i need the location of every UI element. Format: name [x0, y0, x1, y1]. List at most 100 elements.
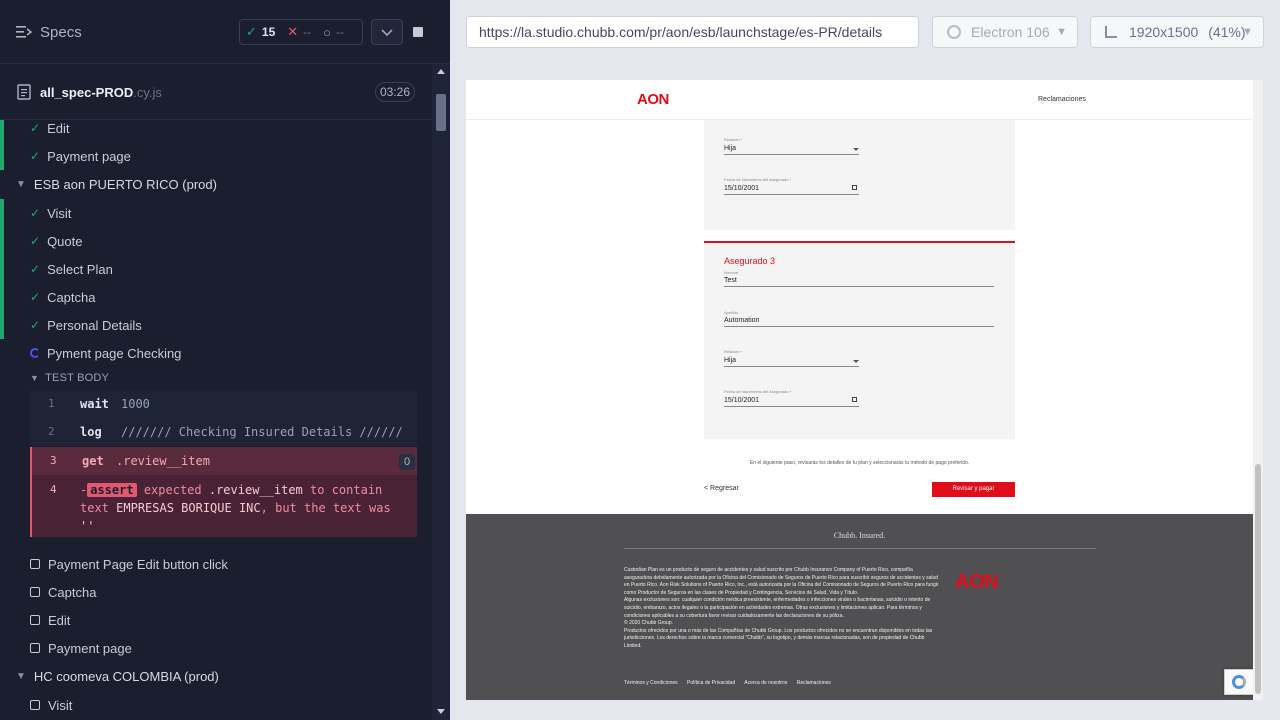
test-label: Captcha: [48, 584, 97, 600]
test-label: Payment Page Edit button click: [48, 556, 228, 572]
command-row[interactable]: 2 log /////// Checking Insured Details /…: [30, 418, 417, 446]
relation-label: Relación *: [724, 137, 743, 142]
stop-icon: [413, 27, 423, 37]
site-footer: Chubb. Insured. Custodian Plan es un pro…: [466, 514, 1253, 700]
footer-link-terms[interactable]: Términos y Condiciones: [624, 680, 678, 686]
field-underline: [724, 194, 859, 195]
test-stats: ✓ 15 ✕ -- ○ --: [239, 19, 363, 45]
suite-item[interactable]: ▼ ESB aon PUERTO RICO (prod): [0, 170, 432, 198]
test-item[interactable]: ✓ Captcha: [0, 283, 432, 311]
aon-logo[interactable]: AON: [637, 91, 669, 108]
assert-text: expected: [143, 483, 202, 497]
electron-icon: [947, 25, 961, 39]
dob-input[interactable]: 15/10/2001: [724, 185, 759, 192]
command-number: 3: [50, 454, 57, 467]
test-item-pending[interactable]: Payment page: [0, 634, 432, 662]
page-scrollbar[interactable]: [1253, 80, 1263, 700]
pending-box-icon: [30, 559, 40, 569]
page-scroll-thumb[interactable]: [1255, 464, 1261, 694]
command-row-assert-failed[interactable]: 4 - assert expected .review__item to cont…: [30, 475, 417, 537]
insured-card-3: Asegurado 3 Nombre Test Apellido Automat…: [704, 241, 1015, 439]
passed-stat: ✓ 15: [240, 24, 281, 40]
recaptcha-badge[interactable]: [1224, 669, 1254, 695]
review-and-pay-button[interactable]: Revisar y pagar: [932, 482, 1015, 497]
specs-list-icon[interactable]: [16, 25, 32, 39]
suite-label: HC coomeva COLOMBIA (prod): [33, 668, 219, 684]
aut-iframe: AON Reclamaciones Relación * Hija Fecha …: [466, 80, 1263, 700]
check-icon: ✓: [30, 290, 41, 304]
assert-actual: '': [80, 519, 95, 533]
test-item-pending[interactable]: Payment Page Edit button click: [0, 550, 432, 578]
scroll-up-arrow-icon[interactable]: [437, 69, 445, 74]
test-item-running[interactable]: Pyment page Checking: [0, 339, 432, 367]
next-step-note: En el siguiente paso, revisarás los deta…: [749, 460, 970, 466]
collapse-all-button[interactable]: [371, 19, 403, 45]
field-underline: [724, 286, 994, 287]
select-arrow-icon: [853, 148, 859, 151]
footer-link-about[interactable]: Acerca de nosotros: [744, 680, 787, 686]
browser-label: Electron 106: [971, 24, 1050, 40]
test-item[interactable]: ✓ Personal Details: [0, 311, 432, 339]
test-body-label: TEST BODY: [45, 372, 110, 384]
browser-selector[interactable]: Electron 106 ▼: [932, 16, 1078, 48]
test-body-header[interactable]: ▼ TEST BODY: [30, 372, 109, 384]
chevron-down-icon: ▼: [1056, 26, 1067, 38]
test-item[interactable]: ✓ Select Plan: [0, 255, 432, 283]
name-label: Nombre: [724, 270, 739, 275]
viewport-selector[interactable]: 1920x1500 (41%) ▼: [1090, 16, 1264, 48]
reporter-header: Specs ✓ 15 ✕ -- ○ --: [0, 0, 450, 64]
check-icon: ✓: [30, 206, 41, 220]
surname-label: Apellido: [724, 310, 739, 315]
spinner-icon: [30, 348, 40, 358]
test-item[interactable]: ✓ Visit: [0, 199, 432, 227]
dob-input[interactable]: 15/10/2001: [724, 397, 759, 404]
field-underline: [724, 406, 859, 407]
test-item-pending[interactable]: Edit: [0, 606, 432, 634]
name-input[interactable]: Test: [724, 277, 737, 284]
back-link[interactable]: < Regresar: [704, 485, 739, 492]
x-icon: ✕: [287, 24, 299, 39]
test-item[interactable]: ✓ Payment page: [0, 142, 432, 170]
test-item-pending[interactable]: Captcha: [0, 578, 432, 606]
viewport-size: 1920x1500: [1129, 24, 1199, 40]
test-label: Payment page: [48, 640, 132, 656]
failed-count: --: [303, 25, 312, 39]
pending-stat: ○ --: [317, 25, 350, 40]
relation-label: Relación *: [724, 349, 743, 354]
test-label: Select Plan: [47, 261, 113, 277]
test-item[interactable]: ✓ Quote: [0, 227, 432, 255]
scroll-thumb[interactable]: [436, 94, 446, 131]
app-under-test-panel: https://la.studio.chubb.com/pr/aon/esb/l…: [450, 0, 1280, 720]
footer-link-claims[interactable]: Reclamaciones: [797, 680, 831, 686]
select-arrow-icon: [853, 360, 859, 363]
assert-expected: EMPRESAS BORIQUE INC: [116, 501, 261, 515]
test-label: Pyment page Checking: [47, 345, 182, 361]
test-label: Personal Details: [47, 317, 142, 333]
relation-select[interactable]: Hija: [724, 145, 736, 152]
surname-input[interactable]: Automation: [724, 317, 759, 324]
reporter-scrollbar[interactable]: [432, 64, 450, 720]
footer-link-privacy[interactable]: Política de Privacidad: [687, 680, 735, 686]
command-row[interactable]: 1 wait 1000: [30, 390, 417, 418]
reporter-panel: Specs ✓ 15 ✕ -- ○ -- all_spec-PROD.cy.js…: [0, 0, 450, 720]
calendar-icon[interactable]: [852, 185, 857, 190]
stop-button[interactable]: [405, 19, 431, 45]
specs-title[interactable]: Specs: [40, 24, 82, 41]
element-count-badge: 0: [399, 454, 415, 470]
suite-item[interactable]: ▼ HC coomeva COLOMBIA (prod): [0, 662, 432, 690]
test-label: Payment page: [47, 148, 131, 164]
command-row-failed[interactable]: 3 get .review__item 0: [30, 447, 417, 475]
insured-card-previous: Relación * Hija Fecha de Nacimiento del …: [704, 120, 1015, 230]
relation-select[interactable]: Hija: [724, 357, 736, 364]
scroll-down-arrow-icon[interactable]: [437, 709, 445, 714]
spec-file-name[interactable]: all_spec-PROD.cy.js: [40, 85, 162, 100]
calendar-icon[interactable]: [852, 397, 857, 402]
footer-divider: [624, 548, 1096, 549]
recaptcha-icon: [1232, 675, 1246, 689]
test-item-pending[interactable]: Visit: [0, 691, 432, 719]
claims-link[interactable]: Reclamaciones: [1038, 96, 1086, 103]
test-item[interactable]: ✓ Edit: [0, 120, 432, 142]
url-bar[interactable]: https://la.studio.chubb.com/pr/aon/esb/l…: [466, 16, 919, 48]
command-name: wait: [80, 397, 109, 411]
caret-down-icon: ▼: [16, 178, 26, 190]
